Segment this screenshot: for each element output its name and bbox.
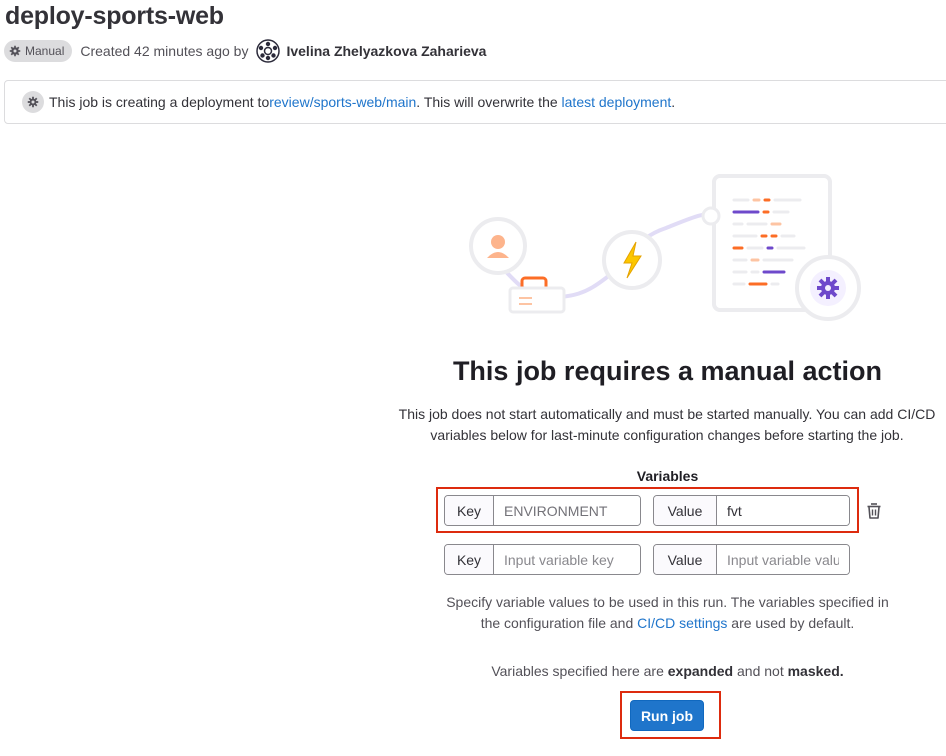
- alert-text-middle: . This will overwrite the: [416, 94, 562, 110]
- manual-action-illustration: [469, 174, 861, 321]
- new-variable-key-field: Key: [444, 544, 641, 575]
- variable-key-field: Key: [444, 495, 641, 526]
- variable-value-label: Value: [654, 496, 717, 525]
- job-title: deploy-sports-web: [5, 2, 224, 30]
- new-variable-key-label: Key: [445, 545, 494, 574]
- deployment-alert: This job is creating a deployment to rev…: [4, 80, 946, 124]
- variable-value-field: Value: [653, 495, 850, 526]
- manual-action-heading: This job requires a manual action: [452, 356, 883, 386]
- new-variable-value-input[interactable]: [717, 545, 849, 574]
- created-text: Created 42 minutes ago by: [80, 43, 249, 59]
- alert-text-suffix: .: [671, 94, 676, 110]
- trash-icon[interactable]: [864, 501, 884, 521]
- alert-text-prefix: This job is creating a deployment to: [49, 94, 270, 110]
- variables-hint-suffix: are used by default.: [727, 615, 855, 631]
- expanded-note-middle: and not: [733, 663, 788, 679]
- manual-action-description: This job does not start automatically an…: [398, 406, 936, 443]
- author-avatar[interactable]: [256, 39, 281, 63]
- gear-icon: [9, 45, 21, 57]
- manual-badge: Manual: [4, 40, 73, 62]
- variable-value-input[interactable]: [717, 496, 849, 525]
- new-variable-value-field: Value: [653, 544, 850, 575]
- masked-word: masked.: [787, 663, 844, 679]
- expanded-note-prefix: Variables specified here are: [491, 663, 668, 679]
- job-meta: Manual Created 42 minutes ago by Ivelina…: [4, 39, 486, 63]
- new-variable-key-input[interactable]: [494, 545, 640, 574]
- environment-link[interactable]: review/sports-web/main: [269, 94, 416, 110]
- latest-deployment-link[interactable]: latest deployment: [562, 94, 672, 110]
- gear-icon: [22, 91, 44, 113]
- manual-badge-label: Manual: [25, 44, 65, 58]
- expanded-note: Variables specified here are expanded an…: [400, 663, 935, 679]
- variables-hint: Specify variable values to be used in th…: [440, 592, 895, 634]
- run-job-button[interactable]: Run job: [630, 700, 704, 731]
- new-variable-value-label: Value: [654, 545, 717, 574]
- variable-key-input[interactable]: [494, 496, 640, 525]
- expanded-word: expanded: [667, 663, 734, 679]
- variables-label: Variables: [636, 468, 699, 484]
- author-name[interactable]: Ivelina Zhelyazkova Zaharieva: [286, 43, 486, 59]
- cicd-settings-link[interactable]: CI/CD settings: [637, 615, 727, 631]
- variable-key-label: Key: [445, 496, 494, 525]
